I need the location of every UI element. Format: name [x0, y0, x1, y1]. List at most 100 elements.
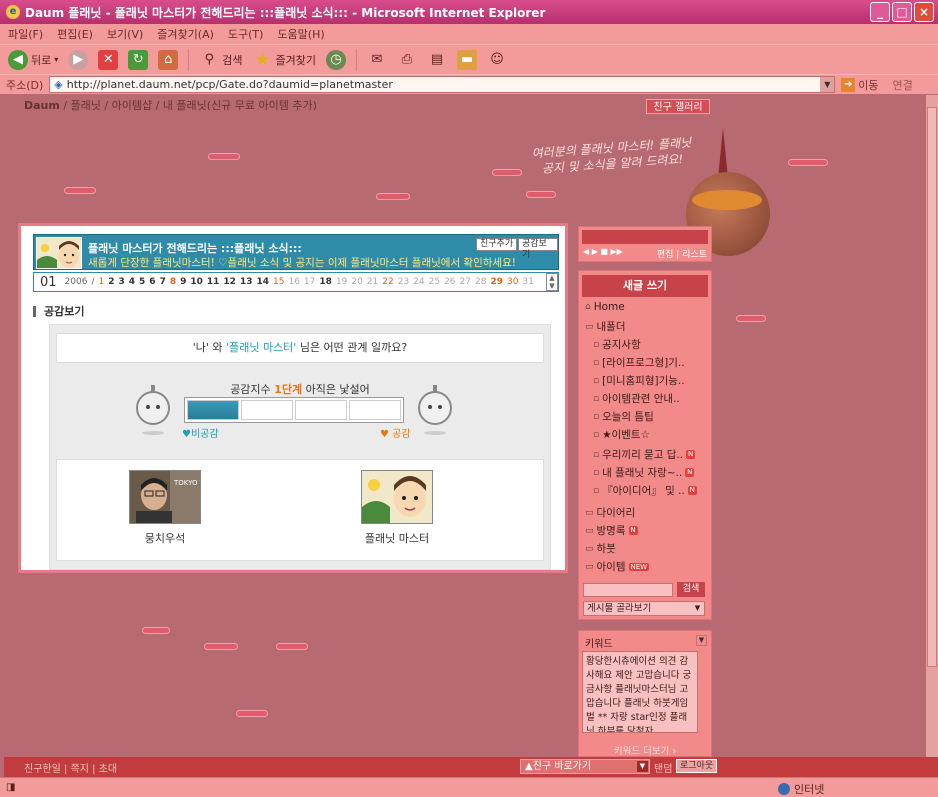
calendar-day[interactable]: 10	[190, 277, 203, 287]
footer-links[interactable]: 친구한일 | 쪽지 | 초대	[24, 760, 117, 775]
minimize-button[interactable]: _	[870, 2, 890, 22]
history-icon[interactable]: ◷	[326, 49, 346, 70]
calendar-day: 20	[351, 277, 363, 287]
sidebar-item[interactable]: ▫ 공지사항	[593, 337, 641, 352]
sidebar-item[interactable]: ▫ 우리끼리 묻고 답.. N	[593, 447, 696, 462]
stop-icon[interactable]: ✕	[98, 49, 119, 70]
page-scrollbar[interactable]	[926, 95, 938, 757]
keyword-cloud[interactable]: 황당한시츄에이션 의견 감사해요 제안 고맙습니다 궁금사항 플래닛마스터님 고…	[582, 651, 698, 733]
calendar-day[interactable]: 7	[160, 277, 166, 287]
sidebar-item[interactable]: ▫ 『아이디어』 및 .. N	[593, 483, 697, 498]
calendar-day[interactable]: 5	[139, 277, 145, 287]
print-icon[interactable]: ⎙	[397, 50, 417, 70]
menu-help[interactable]: 도움말(H)	[277, 26, 324, 42]
search-icon: ⚲	[204, 52, 215, 67]
sidebar-item[interactable]: ▫ [라이프로그형]기..	[593, 355, 685, 370]
breadcrumb-daum[interactable]: Daum	[24, 99, 60, 112]
dropdown-arrow-icon[interactable]: ▾	[54, 55, 58, 64]
sidebar-item[interactable]: ▭ 아이템 NEW	[585, 559, 650, 574]
sidebar-search-button[interactable]: 검색	[677, 582, 705, 597]
calendar-day[interactable]: 12	[223, 277, 236, 287]
calendar-day[interactable]: 14	[256, 277, 269, 287]
menu-file[interactable]: 파일(F)	[8, 26, 43, 42]
calendar-day[interactable]: 8	[170, 277, 176, 287]
sidebar-item[interactable]: ▭ 내폴더	[585, 319, 626, 334]
empathy-view-button[interactable]: 공감보기	[518, 238, 558, 260]
calendar-day[interactable]: 3	[119, 277, 125, 287]
keyword-panel: 키워드 ▼ 황당한시츄에이션 의견 감사해요 제안 고맙습니다 궁금사항 플래닛…	[578, 630, 712, 757]
new-badge: N	[685, 468, 695, 477]
calendar-day[interactable]: 11	[207, 277, 220, 287]
gauge-segment	[241, 400, 293, 420]
menu-edit[interactable]: 편집(E)	[57, 26, 93, 42]
home-icon[interactable]: ⌂	[158, 49, 179, 70]
sidebar-item[interactable]: ▭ 다이어리	[585, 505, 635, 520]
messenger-icon[interactable]: ☺	[487, 50, 507, 70]
chevron-down-icon[interactable]: ▼	[696, 635, 707, 646]
address-dropdown-icon[interactable]: ▼	[820, 77, 835, 92]
security-zone: 인터넷	[778, 781, 824, 797]
sidebar-item[interactable]: ▫ 내 플래닛 자랑~.. N	[593, 465, 695, 480]
sidebar-item[interactable]: ▫ 아이템관련 안내..	[593, 391, 680, 406]
calendar-day[interactable]: 29	[490, 277, 503, 287]
menu-tools[interactable]: 도구(T)	[228, 26, 264, 42]
forward-arrow-icon[interactable]: ▶	[68, 49, 89, 70]
menu-favorites[interactable]: 즐겨찾기(A)	[157, 26, 214, 42]
sidebar-item[interactable]: ▫ 오늘의 틈팁	[593, 409, 654, 424]
calendar-day[interactable]: 13	[240, 277, 253, 287]
menu-view[interactable]: 보기(V)	[107, 26, 143, 42]
go-button[interactable]: ➜ 이동	[841, 77, 879, 93]
back-button[interactable]: ◀ 뒤로 ▾	[8, 49, 58, 70]
keyword-more-link[interactable]: 키워드 더보기 ›	[579, 743, 711, 757]
refresh-icon[interactable]: ↻	[128, 49, 149, 70]
calendar-day[interactable]: 30	[507, 277, 518, 287]
logout-button[interactable]: 로그아웃	[676, 759, 718, 773]
search-button[interactable]: ⚲ 검색	[199, 50, 243, 70]
close-button[interactable]: ×	[914, 2, 934, 22]
notes-icon[interactable]: ▬	[457, 49, 477, 70]
calendar-day[interactable]: 1	[99, 277, 105, 287]
calendar-day[interactable]: 2	[108, 277, 114, 287]
player-links[interactable]: 편집 | 리스트	[657, 247, 707, 260]
calendar-day[interactable]: 22	[382, 277, 393, 287]
links-label[interactable]: 연결	[893, 77, 913, 93]
sidebar-search-input[interactable]	[583, 583, 673, 597]
sidebar-item[interactable]: ▫ ★이벤트☆	[593, 427, 650, 442]
user-me[interactable]: TOKYO TOWER 뭉치우석	[115, 470, 215, 546]
friend-gallery-button[interactable]: 친구 갤러리	[646, 99, 710, 114]
gauge-segment	[295, 400, 347, 420]
tandem-label[interactable]: 탠덤	[654, 760, 672, 775]
section-title: 공감보기	[33, 306, 84, 317]
calendar-day[interactable]: 4	[129, 277, 135, 287]
friend-shortcut-select[interactable]: ▲친구 바로가기 ▼	[520, 759, 650, 774]
write-post-button[interactable]: 새글 쓰기	[582, 275, 708, 297]
address-input[interactable]: ◈ http://planet.daum.net/pcp/Gate.do?dau…	[49, 76, 836, 93]
mail-icon[interactable]: ✉	[367, 50, 387, 70]
edit-icon[interactable]: ▤	[427, 50, 447, 70]
post-filter-select[interactable]: 게시물 골라보기 ▼	[583, 601, 705, 616]
calendar-day[interactable]: 6	[149, 277, 155, 287]
non-empathy-label[interactable]: ♥비공감	[182, 425, 219, 440]
toolbar: ◀ 뒤로 ▾ ▶ ✕ ↻ ⌂ ⚲ 검색 ★ 즐겨찾기 ◷ ✉ ⎙ ▤ ▬ ☺	[0, 44, 938, 74]
sidebar-item[interactable]: ▭ 하붓	[585, 541, 616, 556]
maximize-button[interactable]: □	[892, 2, 912, 22]
user-other[interactable]: 플래닛 마스터	[347, 470, 447, 546]
photo-caption: TOKYO TOWER	[173, 479, 201, 487]
breadcrumb-path[interactable]: / 플래닛 / 아이템샵 / 내 플래닛(신규 무료 아이템 추가)	[60, 99, 317, 112]
favorites-button[interactable]: ★ 즐겨찾기	[253, 49, 316, 70]
player-controls-icon[interactable]: ◀ ▶ ■ ▶▶	[583, 247, 623, 256]
empathy-label-prefix: 공감지수	[230, 383, 275, 396]
empathy-label[interactable]: ♥ 공감	[380, 425, 411, 440]
sidebar-item[interactable]: ▫ [미니홈피형]기능..	[593, 373, 685, 388]
sidebar-item-label: 내폴더	[596, 321, 626, 333]
player-track-bar[interactable]	[582, 230, 708, 244]
add-friend-button[interactable]: 친구추가	[476, 238, 518, 251]
calendar-day[interactable]: 18	[319, 277, 332, 287]
sidebar-item[interactable]: ⌂ Home	[585, 301, 625, 313]
calendar-day[interactable]: 9	[180, 277, 186, 287]
sidebar-item[interactable]: ▭ 방명록 N	[585, 523, 638, 538]
calendar-day[interactable]: 15	[273, 277, 284, 287]
planet-avatar[interactable]	[36, 237, 82, 269]
keyword-title: 키워드	[585, 639, 613, 650]
calendar-scroll-icon[interactable]: ▲ ▼	[546, 273, 558, 291]
